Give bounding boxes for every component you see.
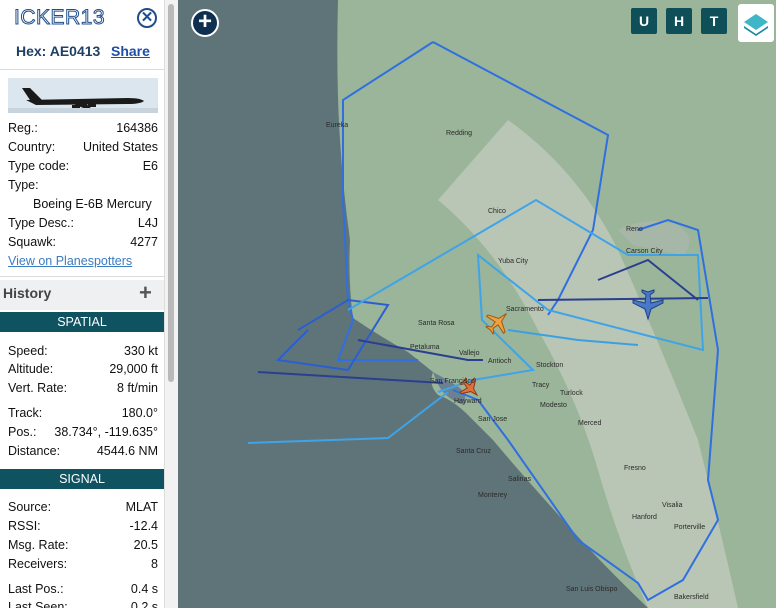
source-label: Source:	[8, 500, 52, 514]
city-label: Porterville	[674, 524, 706, 531]
city-label: San Luis Obispo	[566, 586, 618, 593]
share-link[interactable]: Share	[111, 43, 150, 59]
speed-label: Speed:	[8, 344, 48, 358]
city-label: Santa Rosa	[418, 320, 455, 327]
city-label: Reno	[626, 226, 643, 233]
city-label: Stockton	[536, 362, 564, 369]
receivers-value: 8	[151, 557, 158, 571]
toggle-t-button[interactable]: T	[701, 8, 727, 34]
rssi-label: RSSI:	[8, 519, 41, 533]
signal-header: SIGNAL	[0, 469, 164, 489]
distance-value: 4544.6 NM	[96, 444, 158, 458]
city-label: Hayward	[454, 398, 482, 405]
distance-label: Distance:	[8, 444, 61, 458]
typecode-label: Type code:	[8, 159, 70, 173]
city-label: Bakersfield	[674, 594, 709, 601]
city-label: San Jose	[478, 416, 508, 423]
divider	[0, 69, 164, 70]
layers-button[interactable]	[738, 4, 774, 42]
city-label: Salinas	[508, 476, 531, 483]
pos-value: 38.734°, -119.635°	[54, 425, 158, 439]
msgrate-label: Msg. Rate:	[8, 538, 69, 552]
msgrate-value: 20.5	[133, 538, 158, 552]
map-canvas	[247, 0, 776, 608]
city-label: Visalia	[662, 502, 683, 509]
zoom-in-button[interactable]: +	[191, 9, 219, 37]
city-label: Chico	[488, 208, 506, 215]
track-value: 180.0°	[121, 406, 158, 420]
aircraft-photo[interactable]	[8, 78, 158, 113]
city-label: Santa Cruz	[456, 448, 492, 455]
city-label: Merced	[578, 420, 602, 427]
reg-label: Reg.:	[8, 121, 38, 135]
city-label: Yuba City	[498, 258, 528, 265]
typedesc-label: Type Desc.:	[8, 216, 74, 230]
city-label: Redding	[446, 130, 473, 137]
lastpos-value: 0.4 s	[130, 582, 158, 596]
toggle-u-button[interactable]: U	[631, 8, 657, 34]
vrate-value: 8 ft/min	[117, 381, 158, 395]
squawk-label: Squawk:	[8, 235, 56, 249]
city-label: Vallejo	[459, 350, 480, 357]
track-label: Track:	[8, 406, 43, 420]
altitude-label: Altitude:	[8, 362, 54, 376]
spatial-header: SPATIAL	[0, 312, 164, 332]
city-label: Monterey	[478, 492, 508, 499]
lastseen-value: 0.2 s	[130, 600, 158, 608]
expand-plus-icon[interactable]: +	[139, 280, 152, 306]
close-icon[interactable]: ✕	[137, 8, 157, 28]
lastseen-label: Last Seen:	[8, 600, 68, 608]
reg-value: 164386	[116, 121, 158, 135]
city-label: Antioch	[488, 358, 512, 365]
source-value: MLAT	[125, 500, 158, 514]
city-label: Tracy	[532, 382, 550, 389]
altitude-value: 29,000 ft	[109, 362, 158, 376]
layers-icon	[744, 14, 768, 36]
history-header[interactable]: History +	[0, 280, 164, 310]
type-value: Boeing E-6B Mercury	[33, 197, 152, 211]
city-label: Modesto	[540, 402, 567, 409]
planespotters-link[interactable]: View on Planespotters	[8, 254, 132, 268]
typecode-value: E6	[142, 159, 158, 173]
city-label: Carson City	[626, 248, 663, 255]
receivers-label: Receivers:	[8, 557, 68, 571]
aircraft-callsign: ICKER13	[13, 6, 106, 30]
city-label: Hanford	[632, 514, 657, 521]
city-label: San Francisco	[430, 378, 475, 385]
aircraft-info-panel: ICKER13 ✕ Hex: AE0413 Share Reg.: 164386 …	[0, 0, 164, 608]
country-label: Country:	[8, 140, 56, 154]
history-title: History	[3, 285, 52, 301]
city-label: Petaluma	[410, 344, 440, 351]
pos-label: Pos.:	[8, 425, 37, 439]
city-label: Turlock	[560, 390, 583, 397]
squawk-value: 4277	[130, 235, 158, 249]
lastpos-label: Last Pos.:	[8, 582, 64, 596]
toggle-h-button[interactable]: H	[666, 8, 692, 34]
city-label: Sacramento	[506, 306, 544, 313]
city-label: Fresno	[624, 465, 646, 472]
hex-row: Hex: AE0413	[16, 43, 100, 59]
map-view[interactable]: Eureka Redding Chico Yuba City Sacrament…	[178, 0, 776, 608]
city-label: Eureka	[326, 122, 349, 129]
typedesc-value: L4J	[137, 216, 158, 230]
aircraft-silhouette-icon	[8, 88, 158, 113]
sidebar-scroll-thumb[interactable]	[168, 4, 174, 382]
type-label: Type:	[8, 178, 39, 192]
hex-value: AE0413	[49, 43, 101, 59]
country-value: United States	[82, 140, 158, 154]
rssi-value: -12.4	[129, 519, 159, 533]
hex-label: Hex:	[16, 43, 47, 59]
divider	[0, 276, 164, 277]
speed-value: 330 kt	[123, 344, 158, 358]
vrate-label: Vert. Rate:	[8, 381, 68, 395]
